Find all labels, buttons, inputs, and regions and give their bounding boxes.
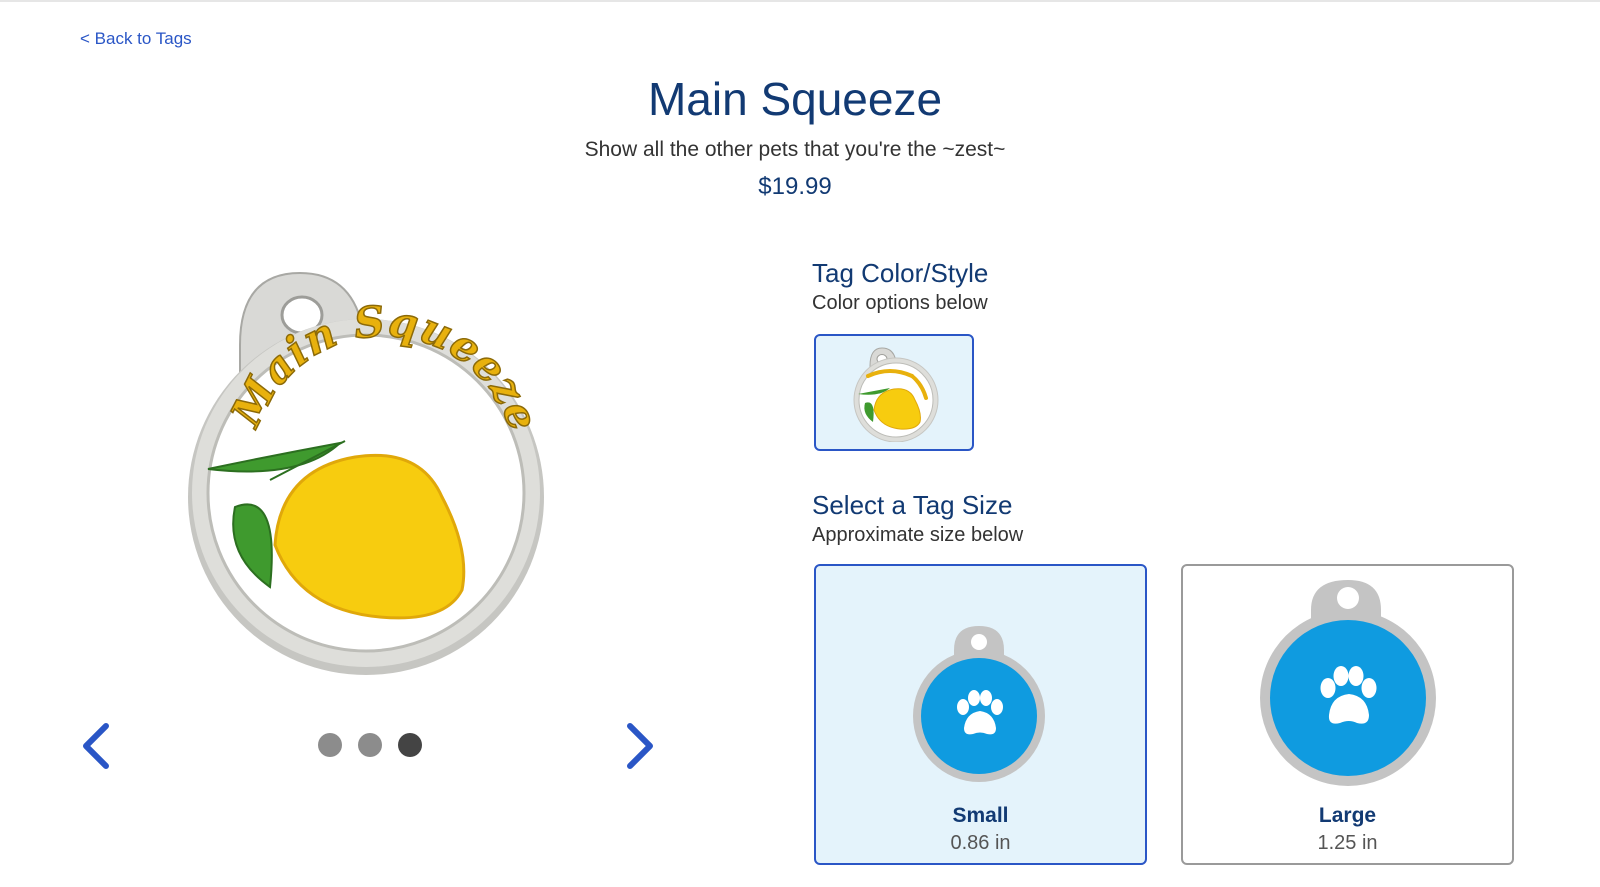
carousel-dot-active[interactable] (398, 733, 422, 757)
color-section-subtitle: Color options below (812, 292, 988, 314)
product-price: $19.99 (758, 173, 832, 200)
color-section-title: Tag Color/Style (812, 258, 989, 288)
back-to-tags-link[interactable]: < Back to Tags (80, 29, 192, 49)
product-image: Main Squeeze (180, 265, 550, 685)
size-option-small[interactable]: Small 0.86 in (814, 564, 1147, 865)
size-option-large[interactable]: Large 1.25 in (1181, 564, 1514, 865)
size-section-title: Select a Tag Size (812, 490, 1013, 520)
size-option-label: Small (952, 804, 1009, 827)
page-title: Main Squeeze (647, 73, 943, 125)
carousel-dots (318, 733, 422, 757)
carousel-dot[interactable] (318, 733, 342, 757)
color-option-main-squeeze[interactable] (814, 334, 974, 451)
size-option-value: 0.86 in (950, 832, 1011, 854)
top-divider (0, 0, 1600, 2)
chevron-right-icon[interactable] (622, 722, 658, 770)
product-subtitle: Show all the other pets that you're the … (584, 138, 1006, 161)
size-section-subtitle: Approximate size below (812, 524, 1024, 546)
chevron-left-icon[interactable] (78, 722, 114, 770)
size-option-label: Large (1318, 804, 1377, 827)
carousel-dot[interactable] (358, 733, 382, 757)
size-option-value: 1.25 in (1317, 832, 1378, 854)
